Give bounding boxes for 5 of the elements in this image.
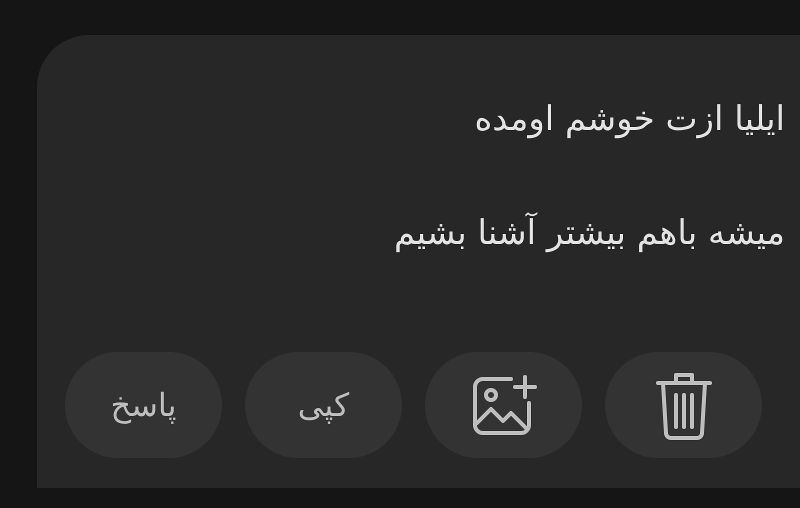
message-text: میشه باهم بیشتر آشنا بشیم — [394, 211, 785, 255]
message-text: ایلیا ازت خوشم اومده — [474, 98, 785, 141]
action-button[interactable]: کپی — [245, 352, 402, 458]
add-image-icon — [470, 373, 536, 437]
action-button[interactable]: پاسخ — [65, 352, 222, 458]
